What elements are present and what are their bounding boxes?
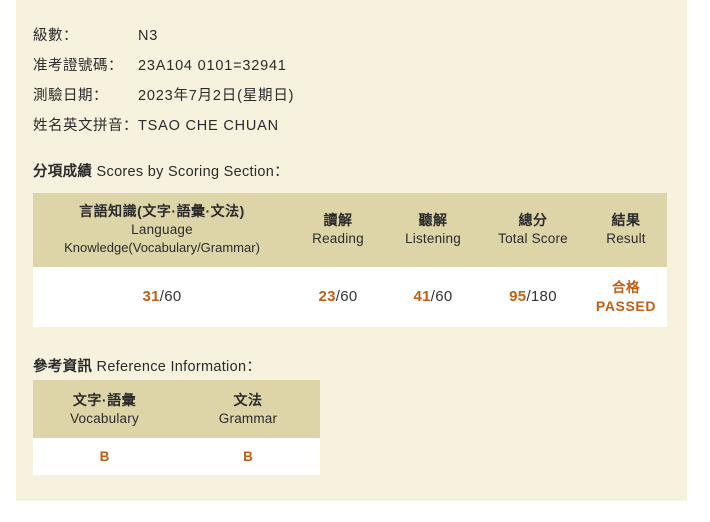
grade-value-grammar: B <box>243 448 253 464</box>
reference-table-header-row: 文字·語彙 Vocabulary 文法 Grammar <box>33 380 320 438</box>
score-cell-reading: 23/60 <box>291 267 385 327</box>
info-label-test-date: 測驗日期： <box>33 88 108 104</box>
grade-value-vocabulary: B <box>99 448 110 464</box>
reference-header-vocabulary-cn: 文字·語彙 <box>72 391 137 408</box>
scores-header-result-en: Result <box>606 231 646 246</box>
info-label-registration-number: 准考證號碼： <box>33 58 123 74</box>
scores-header-result: 結果 Result <box>585 193 667 267</box>
score-max-language-knowledge: /60 <box>159 288 182 305</box>
examinee-info-block: 級數： N3 准考證號碼： 23A104 0101=32941 測驗日期： 20… <box>33 24 433 144</box>
scores-header-language-knowledge: 言語知識(文字·語彙·文法) Language Knowledge(Vocabu… <box>33 193 291 267</box>
info-row-registration-number: 准考證號碼： 23A104 0101=32941 <box>33 54 433 84</box>
scores-header-language-knowledge-en2: Knowledge(Vocabulary/Grammar) <box>64 240 260 255</box>
scores-table-header-row: 言語知識(文字·語彙·文法) Language Knowledge(Vocabu… <box>33 193 667 267</box>
scores-header-total: 總分 Total Score <box>481 193 585 267</box>
scores-header-listening-cn: 聽解 <box>418 212 448 228</box>
info-value-level: N3 <box>138 28 159 44</box>
scores-header-language-knowledge-en1: Language <box>131 222 193 237</box>
result-badge-en: PASSED <box>595 298 657 314</box>
info-label-name-romanized: 姓名英文拼音： <box>33 118 138 134</box>
scores-header-reading-cn: 讀解 <box>323 212 353 228</box>
scores-caption-colon: ： <box>274 164 289 180</box>
scores-header-language-knowledge-cn: 言語知識(文字·語彙·文法) <box>79 203 245 219</box>
score-cell-result: 合格 PASSED <box>585 267 667 327</box>
result-badge-cn: 合格 <box>612 280 640 295</box>
scores-caption-cn: 分項成績 <box>33 164 93 180</box>
scores-header-total-en: Total Score <box>498 231 568 246</box>
info-row-name-romanized: 姓名英文拼音： TSAO CHE CHUAN <box>33 114 433 144</box>
score-report-page: 級數： N3 准考證號碼： 23A104 0101=32941 測驗日期： 20… <box>16 0 687 501</box>
scores-header-result-cn: 結果 <box>611 212 641 228</box>
scores-section-caption: 分項成績 Scores by Scoring Section： <box>33 160 289 181</box>
info-label-level: 級數： <box>33 28 78 44</box>
score-max-total: /180 <box>526 288 557 305</box>
scores-header-listening: 聽解 Listening <box>385 193 481 267</box>
score-value-total: 95 <box>509 288 527 305</box>
scores-header-listening-en: Listening <box>405 231 461 246</box>
score-max-reading: /60 <box>335 288 358 305</box>
score-value-listening: 41 <box>413 288 431 305</box>
info-row-level: 級數： N3 <box>33 24 433 54</box>
score-value-reading: 23 <box>318 288 336 305</box>
reference-caption-colon: ： <box>246 359 262 375</box>
score-cell-total: 95/180 <box>481 267 585 327</box>
reference-header-grammar-en: Grammar <box>218 410 278 426</box>
score-cell-listening: 41/60 <box>385 267 481 327</box>
scores-caption-en: Scores by Scoring Section <box>96 164 275 180</box>
score-cell-language-knowledge: 31/60 <box>33 267 291 327</box>
info-value-name-romanized: TSAO CHE CHUAN <box>138 118 279 134</box>
scores-header-reading: 讀解 Reading <box>291 193 385 267</box>
reference-cell-grammar: B <box>176 438 320 475</box>
reference-table-value-row: B B <box>33 438 320 475</box>
score-value-language-knowledge: 31 <box>142 288 160 305</box>
reference-information-table: 文字·語彙 Vocabulary 文法 Grammar B B <box>33 380 320 475</box>
reference-header-grammar: 文法 Grammar <box>176 380 320 438</box>
reference-caption-en: Reference Information <box>96 359 247 375</box>
reference-header-vocabulary-en: Vocabulary <box>70 410 139 426</box>
scores-table-value-row: 31/60 23/60 41/60 95/180 合格 PASSED <box>33 267 667 327</box>
scores-by-section-table: 言語知識(文字·語彙·文法) Language Knowledge(Vocabu… <box>33 193 667 327</box>
reference-caption-cn: 參考資訊 <box>33 359 93 375</box>
reference-section-caption: 參考資訊 Reference Information： <box>33 355 261 376</box>
score-max-listening: /60 <box>430 288 453 305</box>
reference-header-vocabulary: 文字·語彙 Vocabulary <box>33 380 176 438</box>
info-row-test-date: 測驗日期： 2023年7月2日(星期日) <box>33 84 433 114</box>
info-value-test-date: 2023年7月2日(星期日) <box>138 88 295 104</box>
reference-header-grammar-cn: 文法 <box>233 391 263 408</box>
info-value-registration-number: 23A104 0101=32941 <box>138 58 287 74</box>
scores-header-total-cn: 總分 <box>518 212 548 228</box>
scores-header-reading-en: Reading <box>312 231 364 246</box>
reference-cell-vocabulary: B <box>33 438 176 475</box>
